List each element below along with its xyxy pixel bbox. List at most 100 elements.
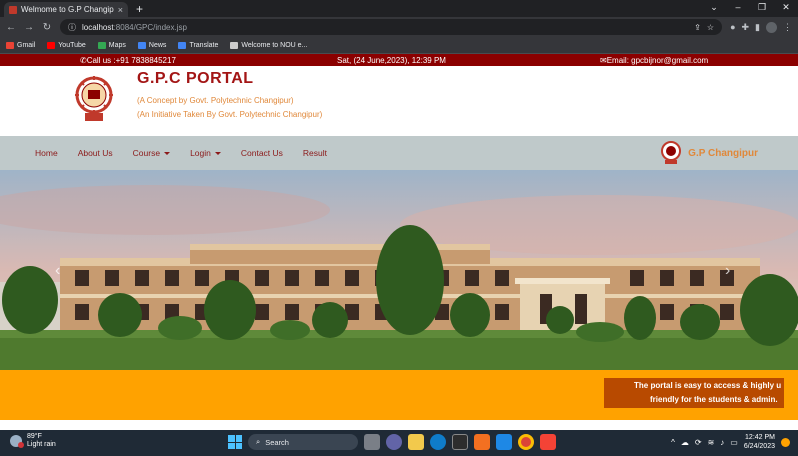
brand-logo-icon: [661, 141, 682, 164]
side-panel-icon[interactable]: ▮: [755, 22, 760, 33]
nav-course-dropdown[interactable]: Course: [133, 148, 171, 158]
main-navbar: Home About Us Course Login Contact Us Re…: [0, 136, 798, 170]
nav-login-dropdown[interactable]: Login: [190, 148, 221, 158]
taskbar-search[interactable]: ⌕ Search: [248, 434, 358, 450]
profile-avatar[interactable]: [766, 21, 777, 33]
system-tray: ^ ☁ ⟳ ≋ ♪ ▭ 12:42 PM 6/24/2023: [671, 433, 790, 451]
nav-home-label: Home: [35, 148, 58, 158]
clock-time: 12:42 PM: [745, 434, 775, 441]
chrome-icon[interactable]: [518, 434, 534, 450]
back-icon[interactable]: ←: [6, 22, 16, 33]
bookmark-label: Welcome to NOU e...: [241, 41, 308, 49]
nav-contact-us[interactable]: Contact Us: [241, 148, 283, 158]
start-windows-icon[interactable]: [228, 435, 242, 449]
bookmark-label: Maps: [108, 41, 126, 49]
college-building-image: [0, 170, 798, 370]
teams-chat-icon[interactable]: [386, 434, 402, 450]
edge-icon[interactable]: [430, 434, 446, 450]
minimize-icon[interactable]: –: [726, 0, 750, 15]
marquee-line-2: friendly for the students & admin.: [650, 395, 778, 404]
tab-search-icon[interactable]: ⌄: [702, 0, 726, 15]
close-window-icon[interactable]: ✕: [774, 0, 798, 15]
sublime-text-icon[interactable]: [474, 434, 490, 450]
bookmark-star-icon[interactable]: ☆: [707, 23, 714, 32]
carousel-prev-icon[interactable]: ‹: [55, 262, 60, 280]
extension-color-icon[interactable]: ●: [730, 22, 735, 32]
reload-icon[interactable]: ↻: [42, 22, 52, 33]
marquee-line-1: The portal is easy to access & highly u: [634, 381, 782, 390]
file-explorer-icon[interactable]: [408, 434, 424, 450]
bookmark-item[interactable]: News: [137, 41, 167, 49]
url-path: :8084/GPC/index.jsp: [113, 22, 187, 32]
share-icon[interactable]: ⇪: [694, 23, 701, 32]
bookmark-item[interactable]: Welcome to NOU e...: [230, 41, 308, 49]
nav-home[interactable]: Home: [35, 148, 58, 158]
close-tab-icon[interactable]: ×: [118, 5, 123, 15]
marquee-box: The portal is easy to access & highly u …: [604, 378, 784, 408]
bookmark-favicon-icon: [97, 41, 106, 49]
bookmark-favicon-icon: [230, 41, 239, 49]
new-tab-icon[interactable]: +: [136, 2, 143, 17]
info-icon[interactable]: ⓘ: [68, 22, 76, 33]
chevron-up-icon[interactable]: ^: [671, 438, 675, 447]
bookmark-label: Gmail: [17, 41, 36, 49]
bookmark-favicon-icon: [178, 41, 187, 49]
browser-tab[interactable]: Welmome to G.P Changipur Port ×: [4, 2, 128, 17]
onedrive-icon[interactable]: ☁: [681, 438, 689, 447]
email-contact: ✉ Email: gpcbijnor@gmail.com: [600, 55, 709, 65]
volume-icon[interactable]: ♪: [720, 438, 724, 447]
address-bar[interactable]: ⓘ localhost:8084/GPC/index.jsp ⇪ ☆: [60, 19, 723, 35]
tagline-concept: (A Concept by Govt. Polytechnic Changipu…: [137, 96, 294, 105]
temperature: 89°F: [27, 433, 42, 440]
nav-result-label: Result: [302, 148, 328, 158]
wifi-icon[interactable]: ≋: [708, 438, 715, 447]
brand-text: G.P Changipur: [688, 147, 758, 159]
weather-condition: Light rain: [27, 441, 56, 448]
window-controls: ⌄ – ❐ ✕: [702, 0, 798, 15]
bookmark-item[interactable]: Gmail: [6, 41, 36, 49]
browser-tab-strip: Welmome to G.P Changipur Port × + ⌄ – ❐ …: [0, 0, 798, 17]
store-icon[interactable]: [452, 434, 468, 450]
task-view-icon[interactable]: [364, 434, 380, 450]
bookmark-item[interactable]: Translate: [178, 41, 219, 49]
chrome-menu-icon[interactable]: ⋮: [783, 22, 792, 33]
nav-about-label: About Us: [77, 148, 113, 158]
tagline-initiative: (An Initiative Taken By Govt. Polytechni…: [137, 110, 323, 119]
bookmark-item[interactable]: YouTube: [47, 41, 86, 49]
site-header: G.P.C PORTAL (A Concept by Govt. Polytec…: [0, 66, 798, 136]
bookmark-label: News: [148, 41, 167, 49]
battery-icon[interactable]: ▭: [730, 438, 738, 447]
forward-icon[interactable]: →: [24, 22, 34, 33]
nav-contact-label: Contact Us: [240, 148, 283, 158]
marquee-band: The portal is easy to access & highly u …: [0, 370, 798, 420]
nav-result[interactable]: Result: [303, 148, 327, 158]
carousel-next-icon[interactable]: ›: [725, 262, 730, 280]
bookmark-favicon-icon: [6, 41, 14, 49]
caret-down-icon: [214, 151, 221, 155]
notification-icon[interactable]: [781, 437, 790, 447]
browser-toolbar: ← → ↻ ⓘ localhost:8084/GPC/index.jsp ⇪ ☆…: [0, 17, 798, 37]
bookmark-favicon-icon: [137, 41, 146, 49]
sync-icon[interactable]: ⟳: [695, 438, 702, 447]
maximize-icon[interactable]: ❐: [750, 0, 774, 15]
page-favicon-icon: [9, 5, 17, 14]
bookmark-label: Translate: [189, 41, 219, 49]
browser-tab-title: Welmome to G.P Changipur Port: [21, 5, 114, 14]
windows-taskbar: 89°F Light rain ⌕ Search ^ ☁ ⟳ ≋ ♪ ▭ 12:…: [0, 430, 798, 456]
bookmark-item[interactable]: Maps: [97, 41, 126, 49]
navbar-brand[interactable]: G.P Changipur: [660, 141, 758, 165]
bookmarks-bar: Gmail YouTube Maps News Translate Welcome to …: [0, 37, 798, 54]
weather-widget[interactable]: 89°F Light rain: [10, 433, 56, 449]
system-clock[interactable]: 12:42 PM 6/24/2023: [744, 433, 775, 451]
caret-down-icon: [164, 151, 171, 155]
extensions-puzzle-icon[interactable]: ✚: [742, 22, 750, 33]
college-logo: [75, 76, 113, 121]
vpn-shield-icon[interactable]: [496, 434, 512, 450]
clock-date: 6/24/2023: [743, 443, 775, 450]
bookmark-label: YouTube: [58, 41, 86, 49]
search-label: Search: [265, 437, 289, 447]
nav-login-label: Login: [190, 148, 211, 158]
site-title: G.P.C PORTAL: [137, 70, 254, 87]
nav-about-us[interactable]: About Us: [78, 148, 113, 158]
xampp-icon[interactable]: [540, 434, 556, 450]
